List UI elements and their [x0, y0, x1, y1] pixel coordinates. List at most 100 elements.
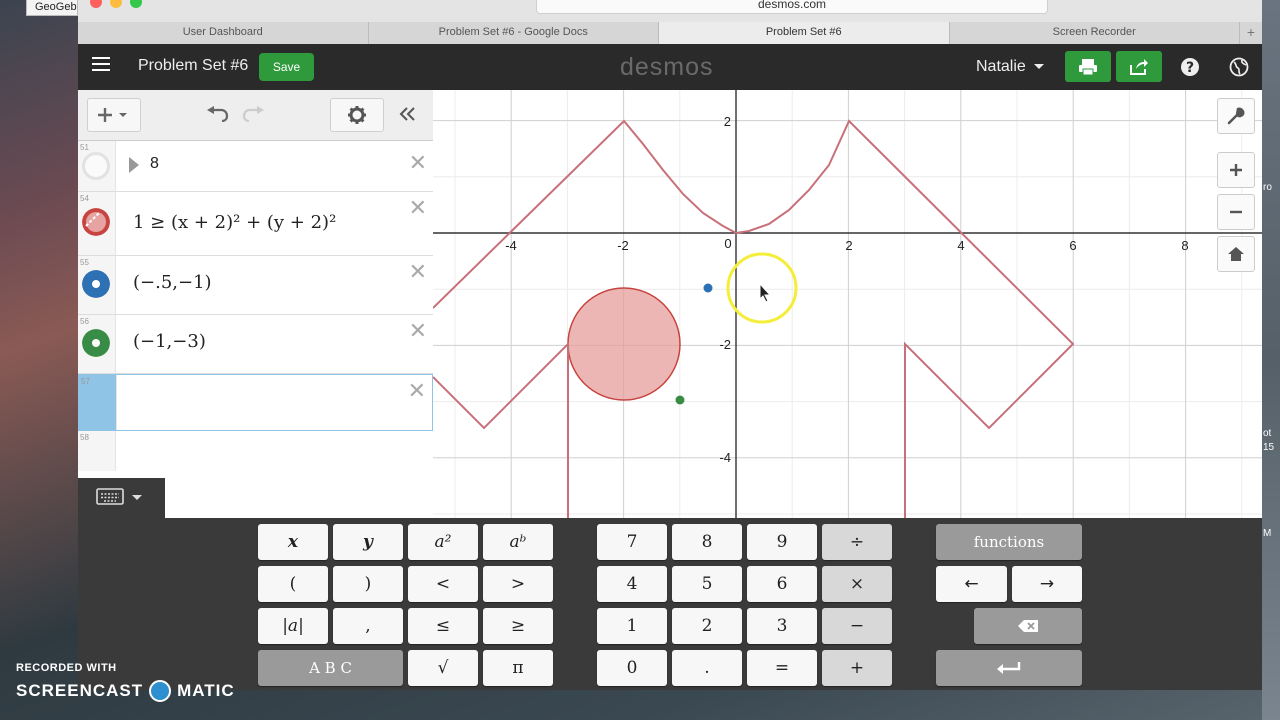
x-tick-label: 6: [1069, 238, 1076, 253]
x-tick-label: 4: [957, 238, 964, 253]
share-button[interactable]: [1116, 51, 1162, 82]
key-5[interactable]: 5: [672, 566, 742, 602]
key-close-paren[interactable]: ): [333, 566, 403, 602]
expression-row[interactable]: 56 (−1,−3) ✕: [78, 315, 433, 374]
inequality-color-icon[interactable]: [82, 208, 110, 236]
point-color-icon[interactable]: [82, 329, 110, 357]
address-bar[interactable]: desmos.com: [536, 0, 1048, 14]
keyboard-toggle[interactable]: [78, 478, 165, 518]
key-greater-than[interactable]: >: [483, 566, 553, 602]
expression-row[interactable]: 55 (−.5,−1) ✕: [78, 256, 433, 315]
watermark-brand-b: MATIC: [177, 681, 235, 700]
menu-icon[interactable]: [92, 57, 110, 59]
minimize-window-button[interactable]: [110, 0, 122, 8]
redo-icon[interactable]: [238, 98, 268, 130]
graph-title[interactable]: Problem Set #6: [138, 57, 248, 75]
graph-canvas[interactable]: -4 -2 0 2 4 6 8 2 -2 -4: [433, 90, 1262, 518]
key-4[interactable]: 4: [597, 566, 667, 602]
side-window-tab[interactable]: GeoGeb: [26, 0, 78, 16]
key-9[interactable]: 9: [747, 524, 817, 560]
key-less-than[interactable]: <: [408, 566, 478, 602]
user-menu[interactable]: Natalie: [976, 58, 1044, 76]
key-7[interactable]: 7: [597, 524, 667, 560]
desmos-logo: desmos: [620, 53, 714, 81]
graph-point[interactable]: [675, 395, 685, 405]
expression-math[interactable]: (−1,−3): [133, 331, 206, 352]
key-plus[interactable]: +: [822, 650, 892, 686]
key-open-paren[interactable]: (: [258, 566, 328, 602]
point-color-icon[interactable]: [82, 270, 110, 298]
home-icon[interactable]: [1217, 236, 1255, 272]
delete-expression-icon[interactable]: ✕: [409, 151, 427, 176]
key-multiply[interactable]: ×: [822, 566, 892, 602]
expression-row-folder[interactable]: 51 8 ✕: [78, 141, 433, 192]
expression-number: 58: [80, 433, 89, 442]
zoom-out-button[interactable]: [1217, 194, 1255, 230]
delete-expression-icon[interactable]: ✕: [409, 319, 427, 344]
delete-expression-icon[interactable]: ✕: [409, 260, 427, 285]
functions-button[interactable]: functions: [936, 524, 1082, 560]
globe-icon[interactable]: [1228, 56, 1250, 78]
key-6[interactable]: 6: [747, 566, 817, 602]
folder-title[interactable]: 8: [150, 155, 159, 173]
key-pi[interactable]: π: [483, 650, 553, 686]
key-0[interactable]: 0: [597, 650, 667, 686]
key-less-equal[interactable]: ≤: [408, 608, 478, 644]
undo-icon[interactable]: [203, 98, 233, 130]
expression-number: 51: [80, 143, 89, 152]
help-icon[interactable]: ?: [1179, 56, 1201, 78]
key-8[interactable]: 8: [672, 524, 742, 560]
key-minus[interactable]: −: [822, 608, 892, 644]
new-tab-button[interactable]: +: [1240, 22, 1262, 44]
x-tick-label: 8: [1181, 238, 1188, 253]
share-icon: [1130, 58, 1148, 75]
wrench-icon[interactable]: [1217, 98, 1255, 134]
x-tick-label: 2: [845, 238, 852, 253]
math-keypad: x y a² aᵇ ( ) < > |a| , ≤ ≥ A B C √ π 7 …: [78, 518, 1262, 690]
add-item-button[interactable]: [87, 98, 141, 132]
key-decimal[interactable]: .: [672, 650, 742, 686]
key-2[interactable]: 2: [672, 608, 742, 644]
browser-tab[interactable]: Screen Recorder: [950, 22, 1240, 44]
key-1[interactable]: 1: [597, 608, 667, 644]
expression-row-new[interactable]: 58: [78, 431, 433, 471]
settings-button[interactable]: [330, 98, 384, 132]
delete-expression-icon[interactable]: ✕: [409, 196, 427, 221]
caret-down-icon: [1033, 64, 1044, 70]
zoom-window-button[interactable]: [130, 0, 142, 8]
key-divide[interactable]: ÷: [822, 524, 892, 560]
key-3[interactable]: 3: [747, 608, 817, 644]
key-enter[interactable]: [936, 650, 1082, 686]
key-x[interactable]: x: [258, 524, 328, 560]
key-abc[interactable]: A B C: [258, 650, 403, 686]
key-square[interactable]: a²: [408, 524, 478, 560]
key-abs[interactable]: |a|: [258, 608, 328, 644]
key-equals[interactable]: =: [747, 650, 817, 686]
browser-tab-active[interactable]: Problem Set #6: [659, 22, 950, 44]
graph-point[interactable]: [703, 283, 713, 293]
watermark-line: RECORDED WITH: [16, 662, 117, 674]
expression-math[interactable]: 1 ≥ (x + 2)² + (y + 2)²: [133, 212, 336, 233]
expression-row[interactable]: 54 1 ≥ (x + 2)² + (y + 2)² ✕: [78, 192, 433, 256]
print-button[interactable]: [1065, 51, 1111, 82]
key-backspace[interactable]: [974, 608, 1082, 644]
browser-tab[interactable]: Problem Set #6 - Google Docs: [369, 22, 659, 44]
save-button[interactable]: Save: [259, 53, 314, 81]
folder-expand-icon[interactable]: [128, 157, 140, 173]
key-right-arrow[interactable]: →: [1012, 566, 1082, 602]
key-sqrt[interactable]: √: [408, 650, 478, 686]
minus-icon: [1230, 210, 1242, 214]
delete-expression-icon[interactable]: ✕: [408, 379, 426, 404]
key-comma[interactable]: ,: [333, 608, 403, 644]
visibility-toggle[interactable]: [82, 152, 110, 180]
browser-tab[interactable]: User Dashboard: [78, 22, 369, 44]
expression-math[interactable]: (−.5,−1): [133, 272, 212, 293]
key-power[interactable]: aᵇ: [483, 524, 553, 560]
key-left-arrow[interactable]: ←: [936, 566, 1007, 602]
close-window-button[interactable]: [90, 0, 102, 8]
zoom-in-button[interactable]: [1217, 152, 1255, 188]
key-y[interactable]: y: [333, 524, 403, 560]
expression-row-active[interactable]: 57 ✕: [78, 374, 433, 431]
collapse-list-icon[interactable]: [393, 98, 423, 130]
key-greater-equal[interactable]: ≥: [483, 608, 553, 644]
